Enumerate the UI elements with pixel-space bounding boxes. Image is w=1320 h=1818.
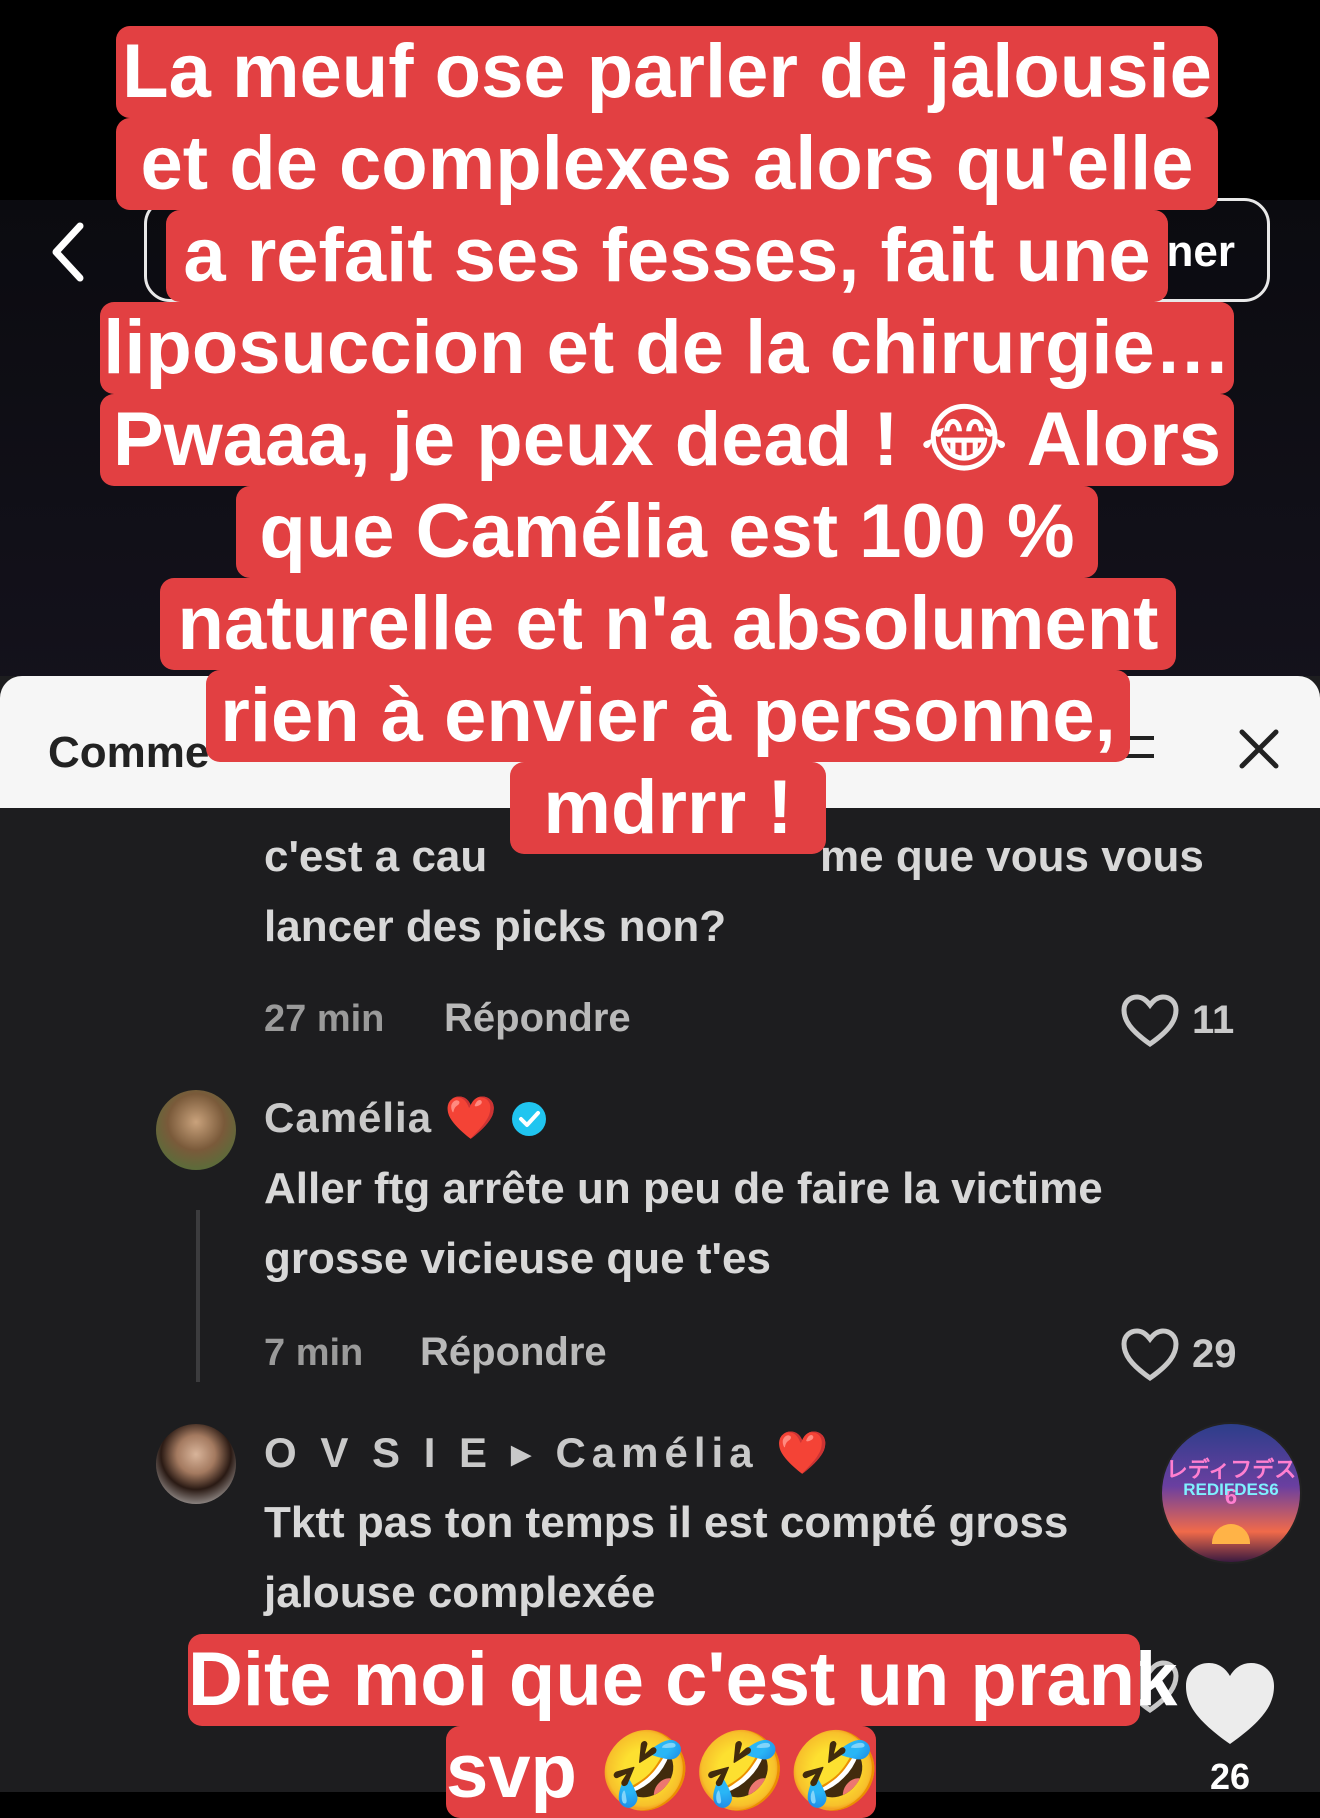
like-count: 11 (1192, 998, 1235, 1042)
comment-text-line: grosse vicieuse que t'es (264, 1234, 771, 1283)
avatar[interactable] (156, 1090, 236, 1170)
caption-line: liposuccion et de la chirurgie… (100, 302, 1234, 394)
caption-line: a refait ses fesses, fait une (166, 210, 1168, 302)
verified-badge-icon (510, 1100, 548, 1138)
comment-text-line: Aller ftg arrête un peu de faire la vict… (264, 1164, 1103, 1213)
like-heart-icon[interactable] (1182, 1660, 1278, 1748)
reply-button[interactable]: Répondre (420, 1330, 607, 1375)
watermark-sun-icon (1212, 1524, 1250, 1544)
comment-timestamp: 7 min (264, 1332, 364, 1374)
caption-line: rien à envier à personne, (206, 670, 1130, 762)
caption-line: La meuf ose parler de jalousie (116, 26, 1218, 118)
caption-line: et de complexes alors qu'elle (116, 118, 1218, 210)
channel-watermark-logo: レディフデス6 REDIFDES6 (1160, 1422, 1302, 1564)
comment-text-line: c'est a cau (264, 832, 488, 881)
caption-line: Dite moi que c'est un prank (188, 1634, 1177, 1726)
heart-outline-icon[interactable] (1120, 994, 1180, 1048)
heart-outline-icon[interactable] (1120, 1328, 1180, 1382)
caption-line: svp 🤣🤣🤣 (446, 1726, 882, 1818)
avatar[interactable] (156, 1424, 236, 1504)
back-chevron-icon[interactable] (38, 214, 98, 290)
comment-text-line: me que vous vous (820, 832, 1204, 881)
watermark-en-text: REDIFDES6 (1183, 1480, 1279, 1499)
comment-username[interactable]: Camélia ❤️ (264, 1094, 498, 1143)
caption-line: naturelle et n'a absolument (160, 578, 1176, 670)
top-pill-label: ner (1166, 227, 1235, 276)
caption-line: Pwaaa, je peux dead ! 😂 Alors (100, 394, 1234, 486)
comment-timestamp: 27 min (264, 998, 385, 1040)
caption-line: mdrrr ! (510, 762, 826, 854)
comment-text-line: lancer des picks non? (264, 902, 727, 951)
caption-line: que Camélia est 100 % (236, 486, 1098, 578)
comment-username[interactable]: O V S I E ▸ Camélia ❤️ (264, 1428, 835, 1478)
comments-title: Comme (48, 728, 210, 777)
reply-button[interactable]: Répondre (444, 996, 631, 1041)
thread-line (196, 1210, 200, 1382)
comment-text-line: jalouse complexée (264, 1568, 656, 1617)
close-icon[interactable] (1234, 724, 1284, 774)
like-count: 29 (1192, 1332, 1237, 1376)
comment-text-line: Tktt pas ton temps il est compté gross (264, 1498, 1069, 1547)
